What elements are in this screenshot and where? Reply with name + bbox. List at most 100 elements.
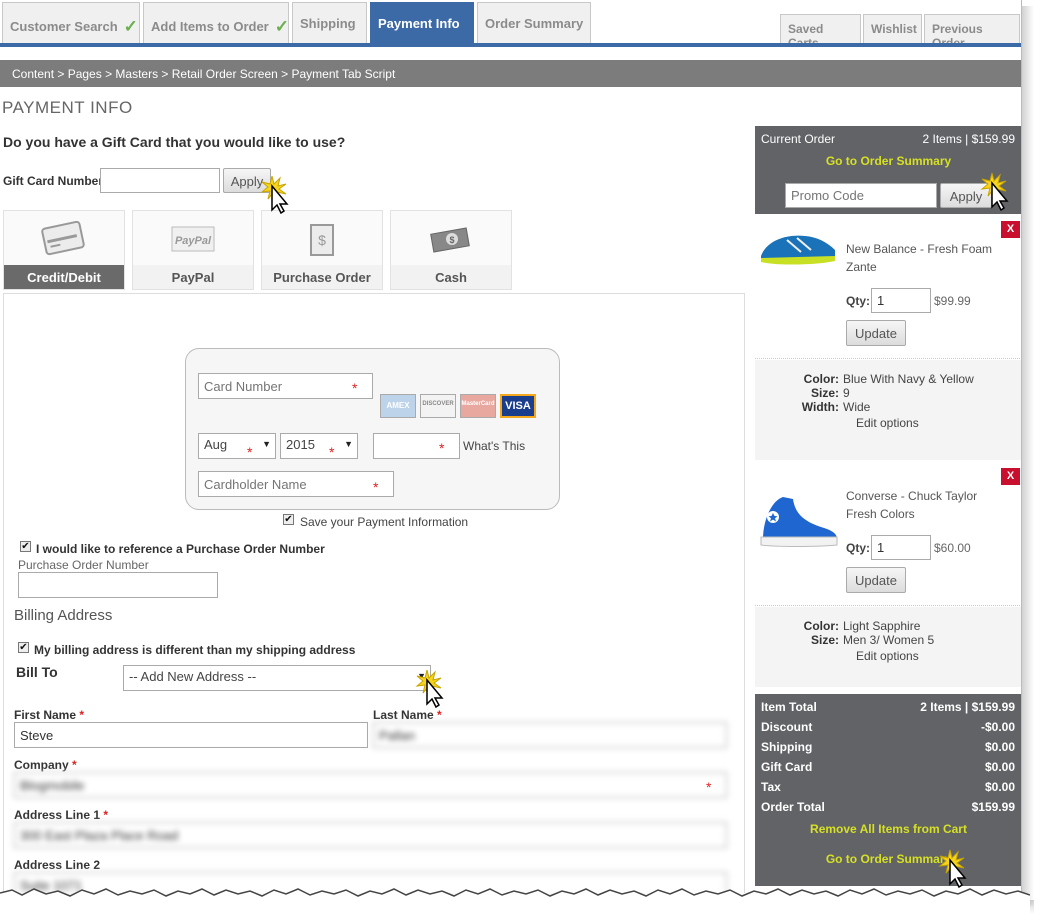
- breadcrumb: Content > Pages > Masters > Retail Order…: [0, 60, 1021, 87]
- card-number-input[interactable]: [198, 373, 373, 399]
- torn-edge: [0, 888, 1030, 922]
- tab-order-summary[interactable]: Order Summary: [477, 2, 591, 44]
- edit-options-link[interactable]: Edit options: [856, 649, 919, 663]
- po-reference-checkbox[interactable]: ✔: [20, 541, 31, 552]
- company-input[interactable]: [14, 772, 727, 798]
- total-label: Shipping: [761, 740, 813, 754]
- required-marker: *: [373, 479, 379, 495]
- required-marker: *: [329, 444, 335, 460]
- total-label: Gift Card: [761, 760, 813, 774]
- page-title: PAYMENT INFO: [2, 98, 133, 117]
- dropdown-arrow-icon: ▼: [344, 439, 353, 449]
- bill-to-select[interactable]: -- Add New Address -- ▼: [123, 665, 431, 691]
- tab-label: Payment Info: [378, 16, 460, 31]
- promo-code-input[interactable]: [785, 183, 937, 208]
- option-label: Color:: [803, 619, 839, 633]
- payment-method-label: Purchase Order: [262, 265, 382, 289]
- previous-order-tab[interactable]: Previous Order: [924, 14, 1020, 50]
- tab-label: Order Summary: [485, 16, 584, 31]
- cardholder-name-input[interactable]: [198, 471, 394, 497]
- remove-all-items-link[interactable]: Remove All Items from Cart: [755, 822, 1021, 836]
- total-value: $159.99: [971, 800, 1015, 814]
- expiry-month-select[interactable]: Aug ▼: [198, 433, 276, 459]
- option-value: Wide: [843, 400, 871, 414]
- current-order-title: Current Order: [761, 132, 836, 146]
- paypal-icon: PayPal: [171, 226, 215, 252]
- item-image-new-balance: [761, 235, 835, 265]
- total-value: -$0.00: [980, 720, 1015, 734]
- address-line-2-label: Address Line 2: [14, 858, 101, 872]
- whats-this-link[interactable]: What's This: [463, 439, 525, 453]
- option-label: Color:: [803, 372, 839, 386]
- tab-shipping[interactable]: Shipping: [292, 2, 367, 44]
- tab-add-items[interactable]: Add Items to Order ✓: [143, 2, 289, 44]
- credit-card-icon: [41, 221, 85, 256]
- item-name-line1: Converse - Chuck Taylor: [846, 489, 978, 503]
- item-name-line1: New Balance - Fresh Foam: [846, 242, 993, 256]
- bill-to-label: Bill To: [16, 664, 58, 680]
- go-to-order-summary-bottom-link[interactable]: Go to Order Summary: [755, 852, 1021, 866]
- retail-order-page: Customer Search ✓ Add Items to Order ✓ Shi…: [0, 0, 1022, 900]
- remove-item-button[interactable]: X: [1001, 221, 1020, 238]
- payment-method-purchase-order[interactable]: $ Purchase Order: [261, 210, 383, 290]
- tab-underline: [0, 43, 1021, 47]
- edit-options-link[interactable]: Edit options: [856, 416, 919, 430]
- purchase-order-icon: $: [310, 224, 334, 256]
- po-reference-label: I would like to reference a Purchase Ord…: [36, 542, 325, 556]
- svg-text:$: $: [318, 232, 326, 248]
- saved-carts-tab[interactable]: Saved Carts: [780, 14, 861, 50]
- required-marker: *: [439, 440, 445, 456]
- save-payment-label: Save your Payment Information: [300, 515, 469, 529]
- tab-label: Customer Search: [10, 19, 118, 34]
- address-line-1-input[interactable]: [14, 822, 727, 848]
- update-item-button[interactable]: Update: [846, 320, 906, 346]
- option-label: Width:: [801, 400, 839, 414]
- discover-logo: DISCOVER: [420, 394, 456, 418]
- billing-different-checkbox[interactable]: ✔: [18, 642, 29, 653]
- po-number-label: Purchase Order Number: [18, 558, 149, 572]
- payment-method-label: Cash: [391, 265, 511, 289]
- option-value: 9: [843, 386, 850, 400]
- go-to-order-summary-link[interactable]: Go to Order Summary: [755, 154, 1021, 168]
- required-marker: *: [706, 779, 712, 795]
- year-value: 2015: [286, 437, 315, 452]
- gift-card-input[interactable]: [100, 168, 220, 193]
- cvv-input[interactable]: [373, 433, 460, 459]
- checkmark-icon: ✓: [274, 17, 289, 36]
- option-label: Size:: [810, 633, 839, 647]
- update-item-button[interactable]: Update: [846, 567, 906, 593]
- billing-different-label: My billing address is different than my …: [34, 643, 356, 657]
- po-number-input[interactable]: [18, 572, 218, 598]
- required-marker: *: [352, 380, 358, 396]
- gift-card-question: Do you have a Gift Card that you would l…: [3, 134, 346, 150]
- first-name-input[interactable]: [14, 722, 368, 748]
- wishlist-tab[interactable]: Wishlist: [863, 14, 922, 43]
- page-shadow-right: [1022, 6, 1034, 906]
- item-image-converse: [760, 497, 838, 547]
- total-label: Tax: [761, 780, 781, 794]
- remove-item-button[interactable]: X: [1001, 468, 1020, 485]
- total-value: 2 Items | $159.99: [920, 700, 1015, 714]
- cursor-highlight-icon: [938, 849, 967, 888]
- expiry-year-select[interactable]: 2015 ▼: [280, 433, 358, 459]
- last-name-label: Last Name *: [373, 708, 442, 722]
- cursor-highlight-icon: [260, 175, 289, 214]
- item-name-line2: Zante: [846, 260, 877, 274]
- payment-method-credit-debit[interactable]: Credit/Debit: [3, 210, 125, 290]
- tab-customer-search[interactable]: Customer Search ✓: [2, 2, 140, 44]
- cash-icon: $: [430, 227, 470, 253]
- qty-input[interactable]: [871, 288, 931, 313]
- billing-heading: Billing Address: [14, 607, 113, 624]
- payment-method-paypal[interactable]: PayPal PayPal: [132, 210, 254, 290]
- tab-payment-info[interactable]: Payment Info: [370, 2, 474, 44]
- svg-text:$: $: [449, 235, 454, 245]
- visa-logo: VISA: [500, 394, 536, 418]
- last-name-input[interactable]: [373, 722, 727, 748]
- save-payment-checkbox[interactable]: ✔: [283, 514, 294, 525]
- address-line-1-label: Address Line 1 *: [14, 808, 109, 822]
- qty-input[interactable]: [871, 535, 931, 560]
- payment-method-cash[interactable]: $ Cash: [390, 210, 512, 290]
- option-value: Blue With Navy & Yellow: [843, 372, 974, 386]
- option-value: Men 3/ Women 5: [843, 633, 935, 647]
- svg-text:PayPal: PayPal: [175, 235, 212, 247]
